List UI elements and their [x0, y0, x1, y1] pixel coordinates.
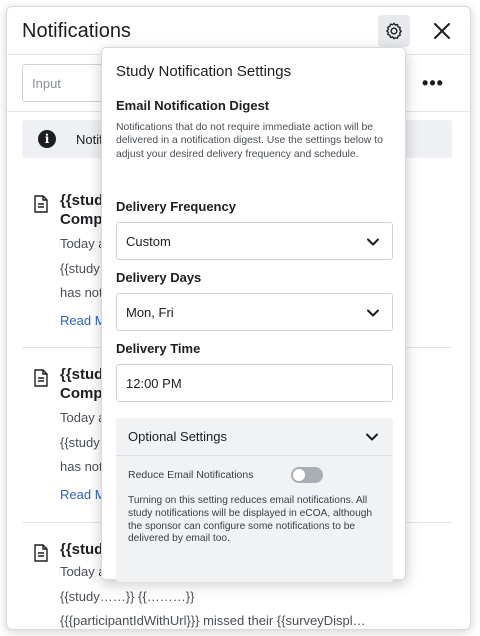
more-options-button[interactable]: •••: [418, 71, 448, 95]
notification-body: has not: [60, 285, 103, 300]
document-icon: [34, 544, 48, 562]
info-icon: i: [38, 130, 56, 148]
delivery-frequency-label: Delivery Frequency: [116, 199, 236, 214]
delivery-days-label: Delivery Days: [116, 270, 202, 285]
chevron-down-icon: [367, 238, 379, 246]
notification-timestamp: Today a: [60, 564, 106, 579]
document-icon: [34, 369, 48, 387]
notification-title: {{stud: [60, 192, 104, 209]
delivery-days-value: Mon, Fri: [126, 305, 174, 320]
digest-heading: Email Notification Digest: [116, 98, 270, 113]
optional-settings-title: Optional Settings: [128, 429, 228, 444]
delivery-frequency-select[interactable]: Custom: [116, 222, 393, 260]
notification-title: Compl: [60, 211, 107, 228]
notification-title: {{stud: [60, 541, 104, 558]
panel-title: Notifications: [22, 20, 131, 42]
notification-body: {{study: [60, 261, 100, 276]
delivery-time-value: 12:00 PM: [126, 376, 182, 391]
reduce-email-toggle[interactable]: [291, 467, 323, 483]
notification-body: {{study: [60, 435, 100, 450]
ellipsis-icon: •••: [422, 72, 444, 93]
close-button[interactable]: [426, 15, 458, 47]
chevron-down-icon: [366, 433, 378, 441]
gear-icon: [385, 22, 403, 40]
notification-title: {{stud: [60, 366, 104, 383]
reduce-email-label: Reduce Email Notifications: [128, 469, 254, 481]
delivery-frequency-value: Custom: [126, 234, 171, 249]
delivery-time-input[interactable]: 12:00 PM: [116, 364, 393, 402]
reduce-email-description: Turning on this setting reduces email no…: [128, 495, 373, 545]
optional-settings-section: Optional Settings Reduce Email Notificat…: [116, 418, 393, 582]
notification-timestamp: Today a: [60, 236, 106, 251]
close-icon: [434, 23, 450, 39]
settings-button[interactable]: [378, 15, 410, 47]
notification-body: {{study……}} {{………}}: [60, 589, 195, 604]
read-more-link[interactable]: Read M: [60, 313, 106, 328]
popover-title: Study Notification Settings: [116, 63, 292, 80]
chevron-down-icon: [367, 309, 379, 317]
document-icon: [34, 195, 48, 213]
notification-title: Compl: [60, 385, 107, 402]
notification-body: {{{participantIdWithUrl}}} missed their …: [60, 613, 366, 628]
read-more-link[interactable]: Read M: [60, 487, 106, 502]
info-banner-text: Notif: [76, 132, 103, 147]
notification-body: has not: [60, 459, 103, 474]
toggle-knob: [293, 469, 305, 481]
digest-description: Notifications that do not require immedi…: [116, 122, 383, 160]
delivery-days-select[interactable]: Mon, Fri: [116, 293, 393, 331]
optional-settings-header[interactable]: Optional Settings: [116, 418, 393, 456]
delivery-time-label: Delivery Time: [116, 341, 201, 356]
notification-timestamp: Today a: [60, 410, 106, 425]
settings-popover: Study Notification Settings Email Notifi…: [101, 47, 406, 582]
